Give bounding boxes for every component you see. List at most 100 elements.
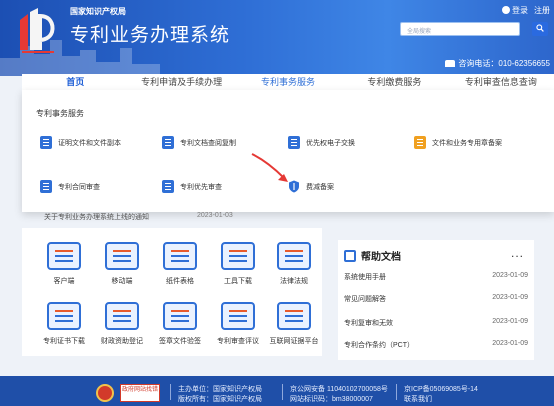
tool-label: 专利审查评议 [217,338,259,345]
notice-title: 关于专利业务办理系统上线的通知 [44,214,149,221]
mobile-icon [105,242,139,270]
menu-item-contract-review[interactable]: 专利合同审查 [40,180,100,193]
menu-item-priority-review[interactable]: 专利优先审查 [162,180,222,193]
nav-examination-query[interactable]: 专利审查信息查询 [448,74,554,90]
help-item[interactable]: 系统使用手册 2023-01-09 [344,272,528,282]
tool-review[interactable]: 专利审查评议 [210,302,266,346]
help-item-label: 常见问题解答 [344,296,386,303]
login-label: 登录 [512,6,528,15]
document-icon [40,136,52,149]
help-item-date: 2023-01-09 [492,272,528,279]
tool-label: 专利证书下载 [43,338,85,345]
help-item-date: 2023-01-09 [492,294,528,301]
global-search-input[interactable]: 全局搜索 [400,22,520,36]
menu-item-certificate-copies[interactable]: 证明文件和文件副本 [40,136,121,149]
menu-item-label: 专利文档查阅复制 [180,139,236,147]
annotation-arrow-icon [251,153,288,182]
icp-link[interactable]: 京ICP备05069085号-14 [404,384,478,394]
site-header: 国家知识产权局 专利业务办理系统 登录 注册 全局搜索 咨询电话：010-623… [0,0,554,76]
help-item-date: 2023-01-09 [492,318,528,325]
menu-item-label: 优先权电子交换 [306,139,355,147]
contract-icon [40,180,52,193]
site-footer: 政府网站找错 主办单位：国家知识产权局 版权所有：国家知识产权局 京公网安备 1… [0,376,554,406]
menu-item-label: 专利优先审查 [180,183,222,191]
menu-item-label: 专利合同审查 [58,183,100,191]
tool-label: 工具下载 [224,278,252,285]
sponsor-text: 主办单位：国家知识产权局 [178,386,262,393]
nav-application[interactable]: 专利申请及手续办理 [128,74,234,90]
police-record-link[interactable]: 京公网安备 11040102700058号 [290,384,388,394]
menu-item-priority-exchange[interactable]: 优先权电子交换 [288,136,355,149]
tool-label: 纸件表格 [166,278,194,285]
account-links: 登录 注册 [502,5,550,16]
nav-patent-services[interactable]: 专利事务服务 [235,74,341,90]
footer-divider [170,384,171,400]
main-nav: 首页 专利申请及手续办理 专利事务服务 专利缴费服务 专利审查信息查询 [22,74,554,90]
national-emblem-icon [96,384,114,402]
review-icon [221,302,255,330]
help-panel: 帮助文档 ... 系统使用手册 2023-01-09 常见问题解答 2023-0… [338,240,534,360]
phone-icon [445,60,456,67]
tool-paper-forms[interactable]: 纸件表格 [152,242,208,286]
evidence-icon [277,302,311,330]
tool-evidence[interactable]: 互联网证据平台 [266,302,322,346]
hotline-text: 咨询电话：010-62356655 [458,59,550,68]
certificate-icon [47,302,81,330]
login-link[interactable]: 登录 [502,5,528,16]
menu-item-seal-filing[interactable]: 文件和业务专用章备案 [414,136,502,149]
tool-label: 财政资助登记 [101,338,143,345]
report-error-badge[interactable]: 政府网站找错 [120,384,160,402]
search-button[interactable] [532,22,548,36]
tool-law[interactable]: 法律法规 [266,242,322,286]
footer-divider [396,384,397,400]
tool-download[interactable]: 工具下载 [210,242,266,286]
exchange-icon [288,136,300,149]
tool-mobile[interactable]: 移动端 [94,242,150,286]
footer-divider [282,384,283,400]
more-button[interactable]: ... [511,246,524,260]
book-icon [344,249,356,262]
help-title: 帮助文档 [361,252,401,263]
finance-icon [105,302,139,330]
signature-icon [163,302,197,330]
register-link[interactable]: 注册 [534,5,550,16]
seal-icon [414,136,426,149]
tool-label: 法律法规 [280,278,308,285]
tool-certificate[interactable]: 专利证书下载 [36,302,92,346]
menu-item-label: 文件和业务专用章备案 [432,139,502,147]
copy-icon [162,136,174,149]
client-icon [47,242,81,270]
tool-finance[interactable]: 财政资助登记 [94,302,150,346]
site-code-text: 网站标识码：bm38000007 [290,396,373,403]
menu-item-label: 费减备案 [306,183,334,191]
help-item-label: 系统使用手册 [344,274,386,281]
tool-label: 互联网证据平台 [269,338,319,345]
help-item[interactable]: 专利合作条约（PCT） 2023-01-09 [344,340,528,350]
help-item-label: 专利复审和无效 [344,320,393,327]
nav-fee-services[interactable]: 专利缴费服务 [341,74,447,90]
tool-label: 签章文件验签 [159,338,201,345]
help-heading: 帮助文档 [344,248,401,263]
priority-icon [162,180,174,193]
menu-item-document-copy[interactable]: 专利文档查阅复制 [162,136,236,149]
tool-label: 移动端 [111,278,133,285]
hotline: 咨询电话：010-62356655 [445,58,550,69]
law-icon [277,242,311,270]
tool-signature[interactable]: 签章文件验签 [152,302,208,346]
user-icon [502,6,510,14]
copyright-text: 版权所有：国家知识产权局 [178,396,262,403]
paper-form-icon [163,242,197,270]
help-item[interactable]: 常见问题解答 2023-01-09 [344,294,528,304]
dropdown-title: 专利事务服务 [36,109,84,118]
tool-label: 客户端 [53,278,75,285]
help-item[interactable]: 专利复审和无效 2023-01-09 [344,318,528,328]
help-item-label: 专利合作条约（PCT） [344,342,414,349]
org-name: 国家知识产权局 [70,7,126,16]
notice-item[interactable]: 关于专利业务办理系统上线的通知 2023-01-03 [44,212,304,222]
menu-item-label: 证明文件和文件副本 [58,139,121,147]
tool-client[interactable]: 客户端 [36,242,92,286]
contact-link[interactable]: 联系我们 [404,394,432,404]
help-item-date: 2023-01-09 [492,340,528,347]
search-icon [536,24,544,32]
nav-home[interactable]: 首页 [22,74,128,90]
